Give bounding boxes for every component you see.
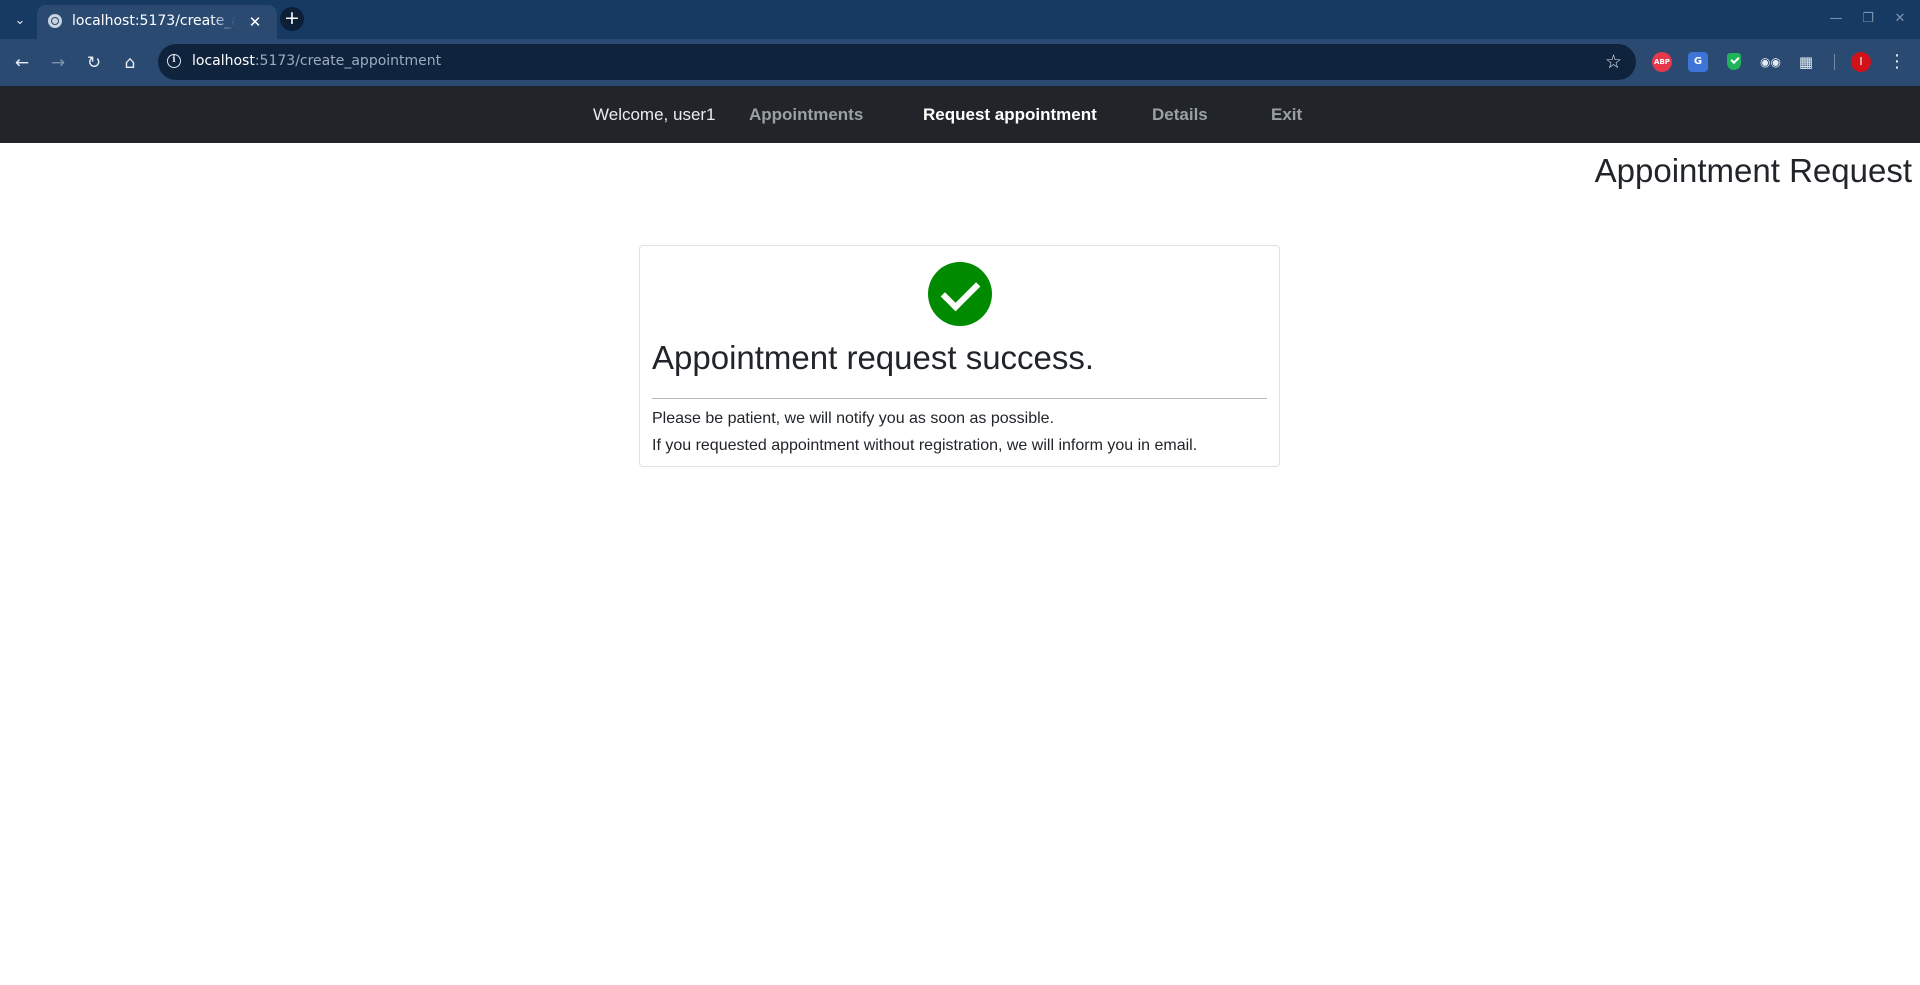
address-bar[interactable]: i localhost:5173/create_appointment ☆	[158, 44, 1636, 80]
glasses-extension-icon[interactable]: ◉◉	[1760, 52, 1781, 72]
browser-toolbar: ← → ↻ ⌂ i localhost:5173/create_appointm…	[0, 39, 1920, 86]
adblock-extension-icon[interactable]: ABP	[1652, 52, 1672, 72]
globe-icon	[48, 14, 62, 28]
forward-arrow-icon[interactable]: →	[46, 51, 70, 75]
profile-avatar[interactable]: I	[1851, 52, 1871, 72]
nav-link-request-appointment[interactable]: Request appointment	[923, 105, 1097, 125]
nav-link-appointments[interactable]: Appointments	[749, 105, 863, 125]
site-info-icon[interactable]: i	[167, 54, 181, 68]
url-path: :5173/create_appointment	[254, 53, 442, 69]
bookmark-star-icon[interactable]: ☆	[1605, 50, 1622, 74]
new-tab-button[interactable]: +	[280, 7, 304, 31]
success-title: Appointment request success.	[652, 339, 1095, 376]
success-message-line1: Please be patient, we will notify you as…	[652, 410, 1055, 427]
shield-extension-icon[interactable]	[1724, 52, 1744, 72]
url-text[interactable]: localhost:5173/create_appointment	[192, 53, 441, 69]
nav-link-exit[interactable]: Exit	[1271, 105, 1302, 125]
top-navbar: Welcome, user1 Appointments Request appo…	[0, 86, 1920, 143]
browser-tab[interactable]: localhost:5173/create_appointment ✕	[37, 5, 277, 39]
toolbar-divider	[1834, 54, 1835, 70]
page-title: Appointment Request	[1594, 152, 1912, 189]
minimize-icon[interactable]: —	[1826, 9, 1846, 29]
extensions-puzzle-icon[interactable]: ▦	[1796, 52, 1816, 72]
welcome-text: Welcome, user1	[593, 105, 716, 124]
restore-icon[interactable]: ❐	[1858, 9, 1878, 29]
tab-title: localhost:5173/create_appointment	[72, 13, 236, 29]
window-close-icon[interactable]: ✕	[1890, 9, 1910, 29]
browser-tabstrip: ⌄ localhost:5173/create_appointment ✕ + …	[0, 0, 1920, 39]
back-arrow-icon[interactable]: ←	[10, 51, 34, 75]
tab-search-chevron-icon[interactable]: ⌄	[8, 8, 32, 32]
check-circle-icon	[928, 262, 992, 326]
browser-menu-icon[interactable]: ⋮	[1886, 51, 1908, 73]
nav-link-details[interactable]: Details	[1152, 105, 1208, 125]
page-content: Welcome, user1 Appointments Request appo…	[0, 86, 1920, 985]
translate-extension-icon[interactable]: G	[1688, 52, 1708, 72]
success-card: Appointment request success. Please be p…	[639, 245, 1280, 467]
divider	[652, 398, 1267, 399]
reload-icon[interactable]: ↻	[82, 51, 106, 75]
url-host: localhost	[192, 53, 255, 69]
home-icon[interactable]: ⌂	[118, 51, 142, 75]
checkmark-icon	[940, 271, 981, 312]
tab-close-icon[interactable]: ✕	[245, 12, 265, 32]
success-message-line2: If you requested appointment without reg…	[652, 437, 1198, 454]
